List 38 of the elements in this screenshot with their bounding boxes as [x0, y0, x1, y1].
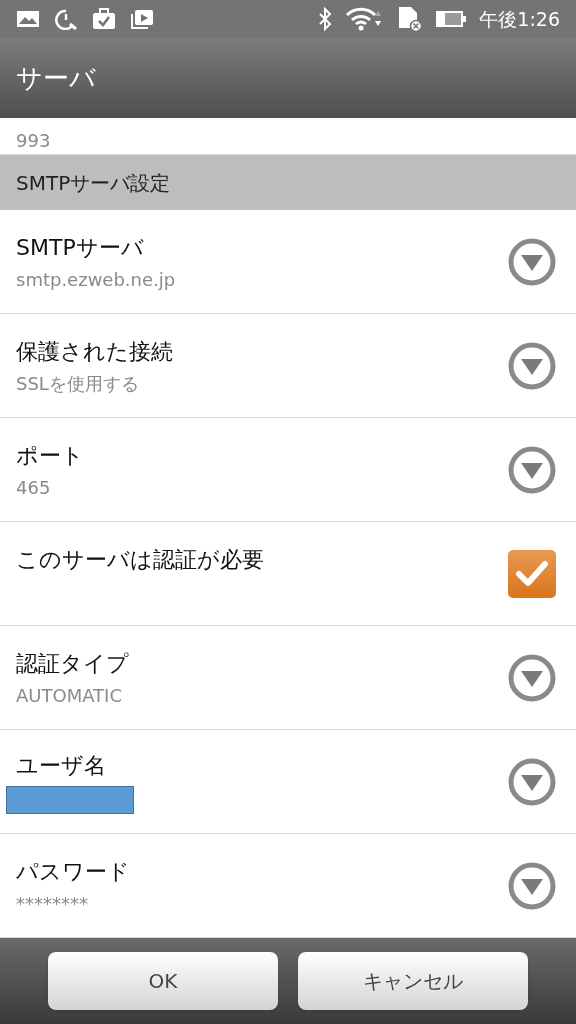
dialog-button[interactable]: OK [48, 952, 278, 1010]
gauge-icon [54, 8, 78, 30]
dropdown-icon[interactable] [508, 861, 556, 910]
settings-row[interactable]: SMTPサーバ smtp.ezweb.ne.jp [0, 210, 576, 314]
settings-row[interactable]: ユーザ名 [0, 730, 576, 834]
setting-title: SMTPサーバ [16, 233, 145, 262]
play-stack-icon [130, 8, 154, 30]
bluetooth-icon [317, 7, 334, 31]
settings-row[interactable]: このサーバは認証が必要 [0, 522, 576, 626]
setting-title: パスワード [16, 857, 131, 886]
dropdown-icon[interactable] [508, 757, 556, 806]
setting-title: 認証タイプ [16, 649, 130, 678]
settings-row[interactable]: ポート 465 [0, 418, 576, 522]
setting-value: 465 [16, 475, 52, 500]
section-header: SMTPサーバ設定 [16, 169, 171, 197]
setting-title: ポート [16, 441, 85, 470]
status-time: 午後1:26 [479, 6, 560, 32]
dropdown-icon[interactable] [508, 653, 556, 702]
setting-title: ユーザ名 [16, 752, 107, 780]
setting-value: 993 [16, 132, 51, 150]
sd-card-error-icon [397, 6, 424, 32]
picture-icon [16, 9, 40, 29]
setting-title: このサーバは認証が必要 [16, 546, 264, 574]
setting-title: 保護された接続 [16, 337, 174, 366]
screen-title: サーバ [16, 61, 96, 95]
checkbox[interactable] [508, 549, 556, 598]
settings-row[interactable]: 保護された接続 SSLを使用する [0, 314, 576, 418]
setting-value: ******** [16, 891, 89, 916]
dialog-button[interactable]: キャンセル [298, 952, 528, 1010]
dropdown-icon[interactable] [508, 341, 556, 390]
settings-row[interactable]: 認証タイプ AUTOMATIC [0, 626, 576, 730]
battery-icon [435, 9, 468, 29]
setting-value: SSLを使用する [16, 371, 140, 396]
dropdown-icon[interactable] [508, 237, 556, 286]
dropdown-icon[interactable] [508, 445, 556, 494]
setting-value: AUTOMATIC [16, 683, 123, 708]
briefcase-check-icon [92, 8, 116, 30]
setting-value: smtp.ezweb.ne.jp [16, 267, 177, 292]
